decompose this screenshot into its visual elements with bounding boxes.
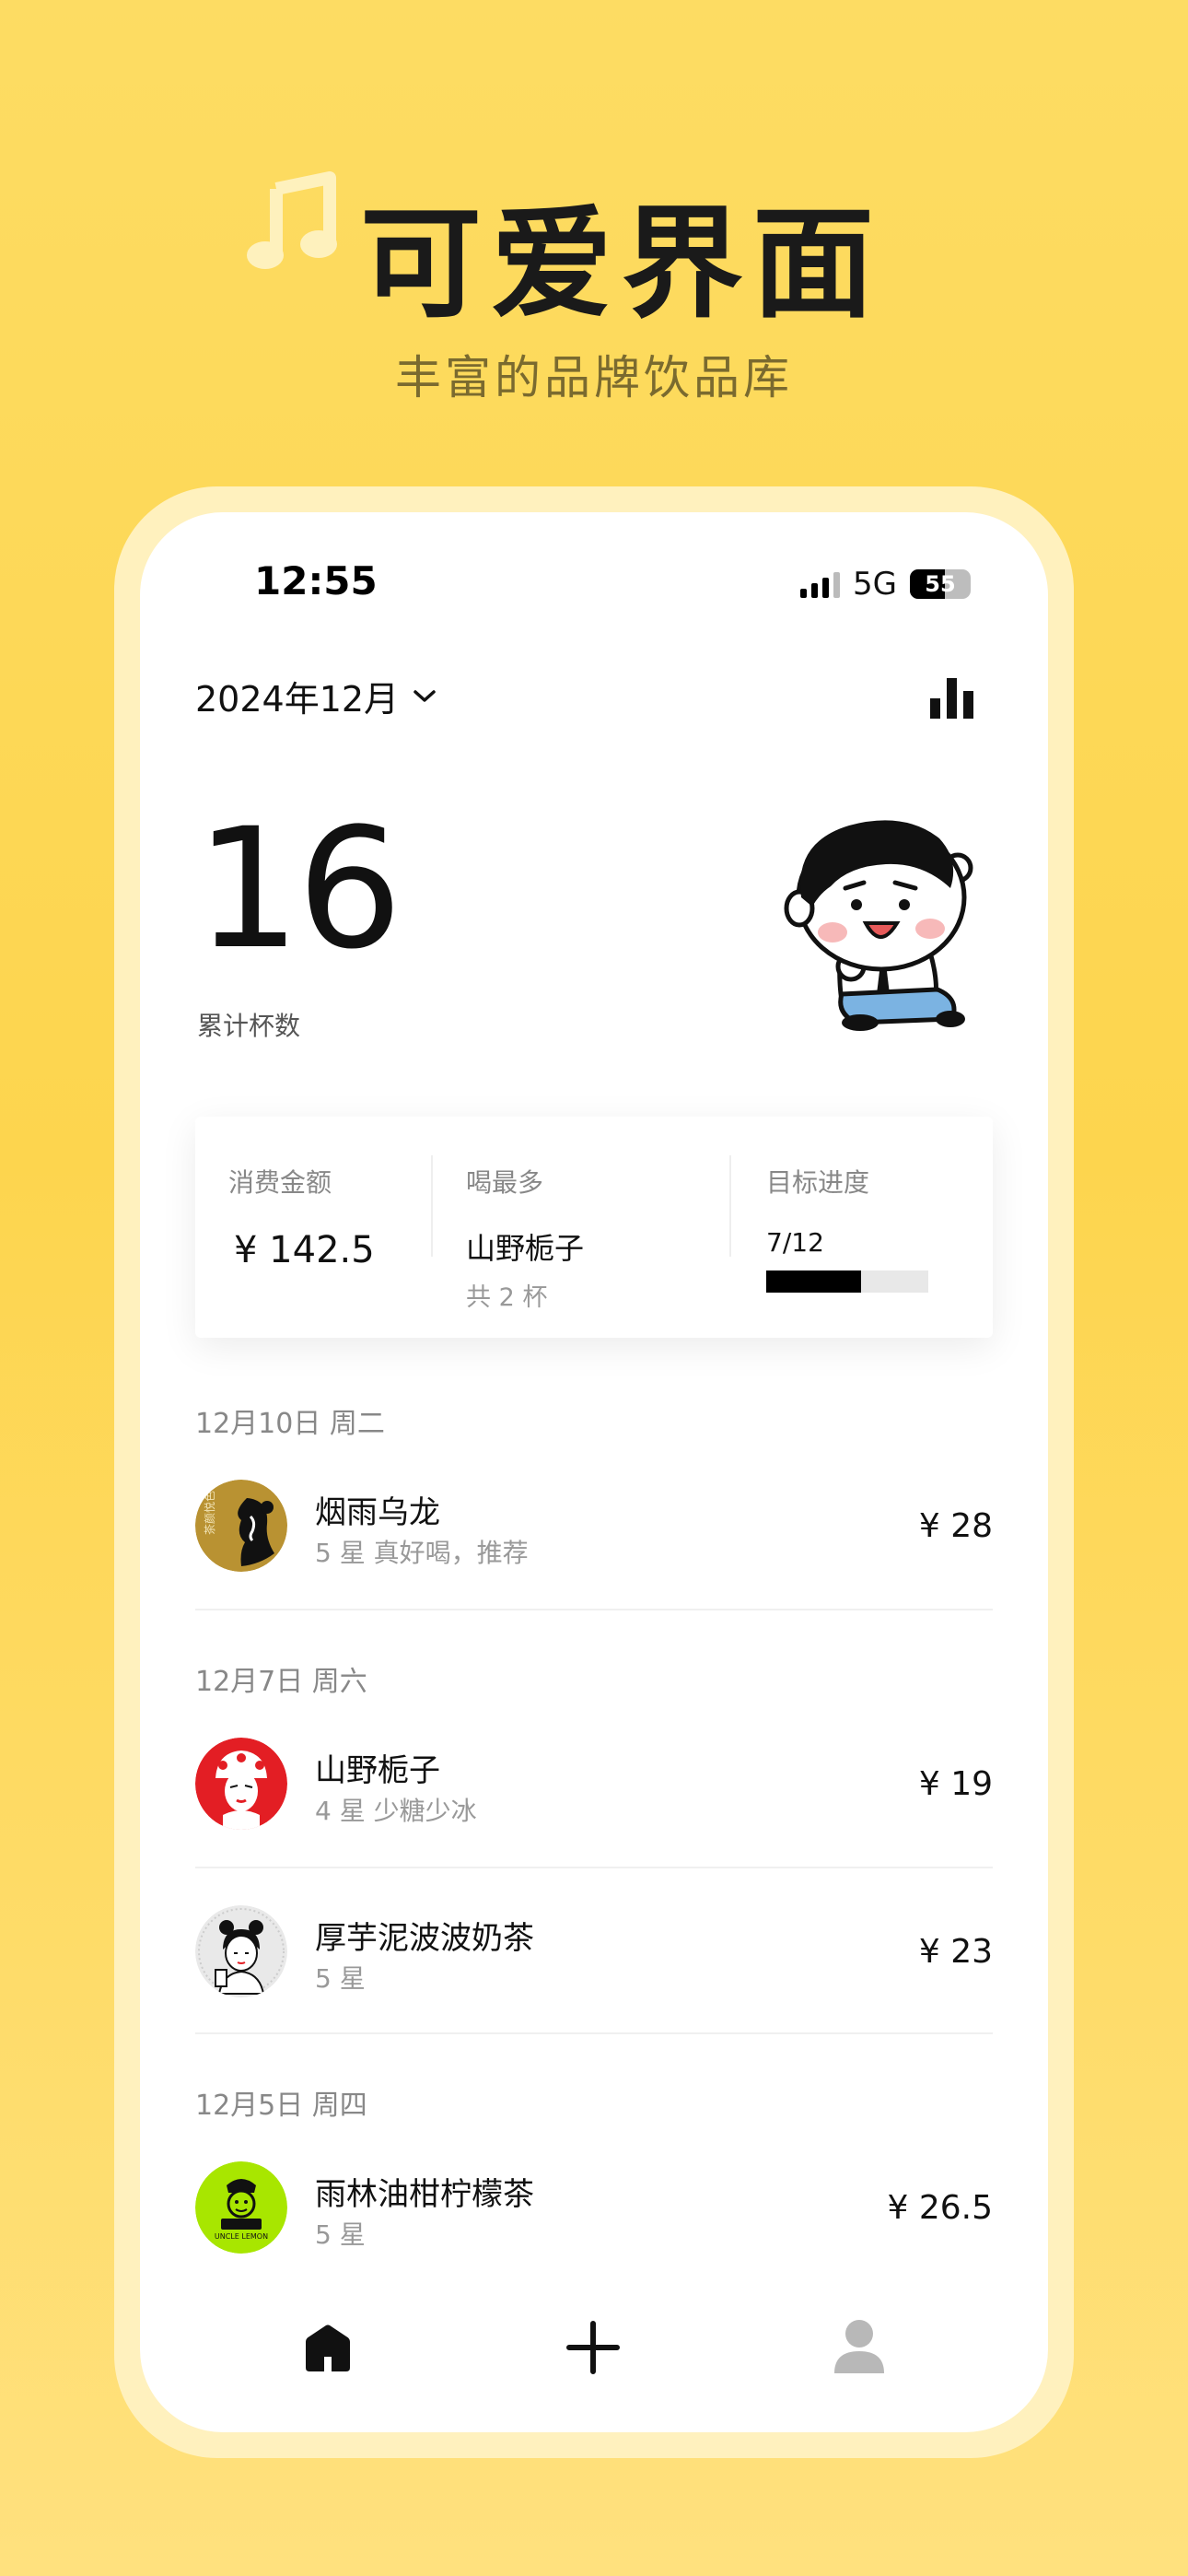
uncle-lemon-logo-text: UNCLE LEMON <box>215 2232 268 2241</box>
summary-card: 消费金额 ¥ 142.5 喝最多 山野栀子 共 2 杯 目标进度 7/12 <box>195 1117 993 1338</box>
goal-label: 目标进度 <box>766 1167 870 1198</box>
date-header: 12月5日 周四 <box>195 2090 367 2122</box>
hero-title: 可爱界面 <box>360 193 883 335</box>
most-drunk-section: 喝最多 山野栀子 共 2 杯 <box>466 1163 584 1313</box>
drink-entry[interactable]: 山野栀子 4 星 少糖少冰 ¥ 19 <box>195 1738 993 1839</box>
drink-name: 厚芋泥波波奶茶 <box>315 1920 534 1957</box>
spend-section: 消费金额 ¥ 142.5 <box>228 1163 375 1271</box>
bar-chart-icon[interactable] <box>930 678 974 722</box>
svg-text:茶颜悦色: 茶颜悦色 <box>203 1491 216 1535</box>
date-header: 12月7日 周六 <box>195 1666 367 1698</box>
total-cups: 16 <box>195 793 402 986</box>
goal-progress-fill <box>766 1270 861 1293</box>
status-time: 12:55 <box>254 558 378 603</box>
battery-level: 55 <box>925 571 956 597</box>
add-tab[interactable] <box>565 2320 621 2379</box>
status-indicators: 5G 55 <box>800 566 971 603</box>
drink-note: 5 星 真好喝，推荐 <box>315 1538 529 1568</box>
drink-name: 烟雨乌龙 <box>315 1494 440 1531</box>
divider <box>431 1155 433 1257</box>
most-count: 共 2 杯 <box>466 1283 548 1312</box>
profile-tab[interactable] <box>833 2318 886 2379</box>
drink-name: 雨林油柑柠檬茶 <box>315 2176 534 2213</box>
battery-icon: 55 <box>910 569 971 599</box>
phone-screen: 12:55 5G 55 2024年12月 16 累计杯数 消费金额 ¥ 142.… <box>140 512 1048 2432</box>
drink-note: 5 星 <box>315 2219 366 2250</box>
home-icon <box>306 2324 350 2371</box>
signal-icon <box>800 570 841 598</box>
girl-portrait-logo-icon <box>195 1905 287 1997</box>
drink-note: 4 星 少糖少冰 <box>315 1796 477 1826</box>
home-tab[interactable] <box>302 2322 354 2377</box>
date-header: 12月10日 周二 <box>195 1408 385 1440</box>
drink-price: ¥ 23 <box>918 1933 993 1971</box>
drink-price: ¥ 19 <box>918 1765 993 1803</box>
month-selector[interactable]: 2024年12月 <box>195 671 437 721</box>
chevron-down-icon <box>412 688 437 705</box>
bottom-tab-bar <box>140 2314 1048 2406</box>
most-name: 山野栀子 <box>466 1231 585 1266</box>
drink-note: 5 星 <box>315 1963 366 1994</box>
list-divider <box>195 2032 993 2034</box>
hero-subtitle: 丰富的品牌饮品库 <box>395 351 793 404</box>
spend-value: ¥ 142.5 <box>234 1229 375 1271</box>
drink-entry[interactable]: 厚芋泥波波奶茶 5 星 ¥ 23 <box>195 1905 993 2007</box>
status-bar: 12:55 5G 55 <box>140 558 1048 614</box>
mascot-boy-illustration <box>784 820 973 1031</box>
uncle-lemon-logo-icon: UNCLE LEMON <box>195 2161 287 2254</box>
drink-price: ¥ 28 <box>918 1507 993 1545</box>
list-divider <box>195 1867 993 1868</box>
total-cups-label: 累计杯数 <box>197 1011 301 1041</box>
goal-progress-bar <box>766 1270 928 1293</box>
goal-text: 7/12 <box>766 1227 824 1258</box>
drink-entry[interactable]: 茶颜悦色 烟雨乌龙 5 星 真好喝，推荐 ¥ 28 <box>195 1480 993 1581</box>
drink-price: ¥ 26.5 <box>887 2189 993 2227</box>
goal-section: 目标进度 7/12 <box>766 1163 928 1293</box>
ink-lady-logo-icon: 茶颜悦色 <box>195 1480 287 1572</box>
opera-mask-logo-icon <box>195 1738 287 1830</box>
plus-icon <box>566 2321 620 2374</box>
network-label: 5G <box>853 566 897 603</box>
drink-name: 山野栀子 <box>315 1752 440 1789</box>
list-divider <box>195 1609 993 1610</box>
month-label: 2024年12月 <box>195 679 400 720</box>
divider <box>729 1155 731 1257</box>
drink-entry[interactable]: UNCLE LEMON 雨林油柑柠檬茶 5 星 ¥ 26.5 <box>195 2161 993 2263</box>
user-icon <box>834 2320 884 2373</box>
spend-label: 消费金额 <box>228 1167 332 1198</box>
most-label: 喝最多 <box>466 1167 544 1198</box>
